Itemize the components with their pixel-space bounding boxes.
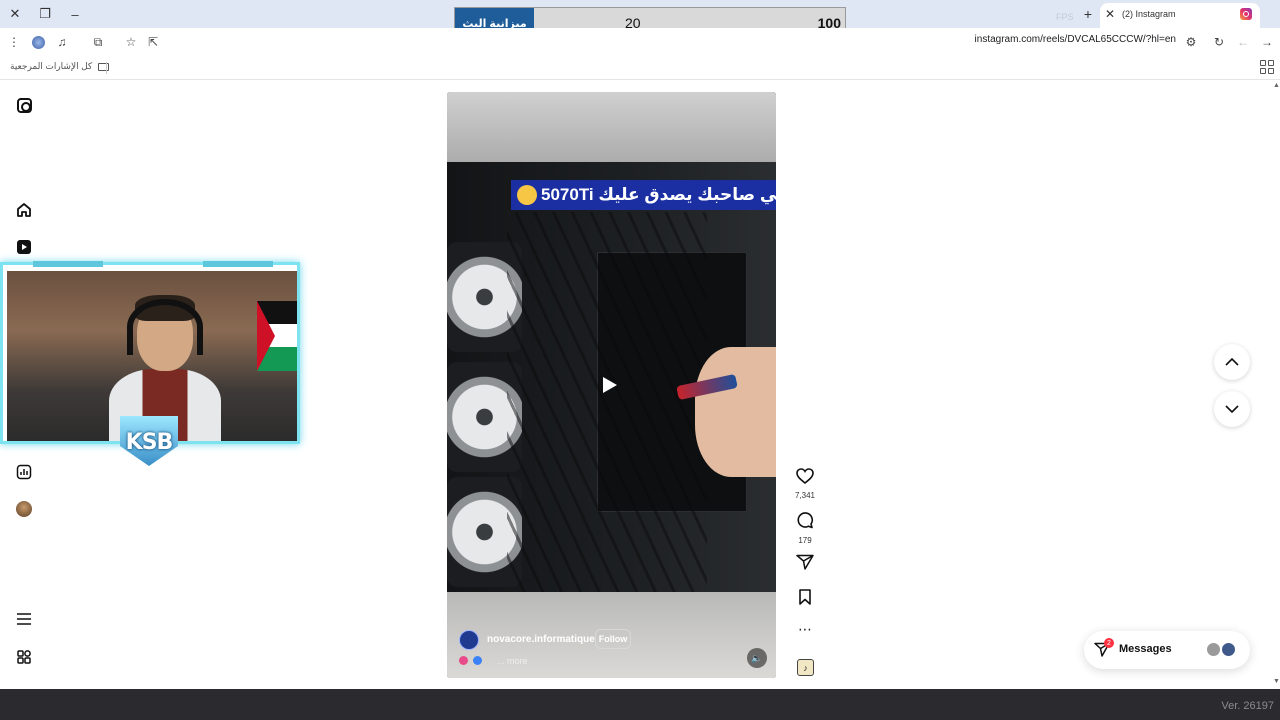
bottom-bar: Ver. 26197 <box>0 689 1280 720</box>
also-from-meta-icon[interactable] <box>14 647 34 667</box>
extensions-icon[interactable]: ⧉ <box>88 32 108 52</box>
ksb-logo: KSB <box>104 412 194 472</box>
home-icon[interactable] <box>14 200 34 220</box>
forward-icon[interactable]: ← <box>1233 32 1253 52</box>
hand <box>695 347 776 477</box>
profile-avatar[interactable] <box>14 499 34 519</box>
bookmarks-label: كل الإشارات المرجعية <box>10 61 93 71</box>
version-label: Ver. 26197 <box>1221 700 1274 712</box>
apps-grid-icon[interactable] <box>1260 60 1274 74</box>
more-options-icon[interactable]: ⋯ <box>792 622 818 636</box>
menu-kebab-icon[interactable]: ⋮ <box>4 32 24 52</box>
insights-icon[interactable] <box>14 462 34 482</box>
comment-icon[interactable] <box>796 511 814 529</box>
install-app-icon[interactable]: ⇱ <box>143 32 163 52</box>
profile-icon[interactable] <box>28 32 48 52</box>
folder-icon <box>98 62 110 71</box>
bookmark-icon[interactable] <box>798 589 812 605</box>
pensive-emoji-icon <box>517 185 537 205</box>
tab-close-icon[interactable]: ✕ <box>1105 7 1115 21</box>
scrollbar-down-icon[interactable]: ▼ <box>1273 678 1280 685</box>
author-name[interactable]: novacore.informatique <box>487 634 595 645</box>
close-window-icon[interactable]: ✕ <box>4 4 26 24</box>
flag-backdrop <box>257 301 297 371</box>
chevron-down-icon <box>1225 405 1239 413</box>
scrollbar-up-icon[interactable]: ▲ <box>1273 82 1280 89</box>
bookmarks-divider <box>106 62 107 74</box>
author-avatar[interactable] <box>459 630 479 650</box>
play-icon[interactable] <box>603 377 617 393</box>
instagram-favicon-icon <box>1240 8 1252 20</box>
heart-icon[interactable] <box>796 468 814 485</box>
bookmark-star-icon[interactable]: ☆ <box>121 32 141 52</box>
reel-background-wall <box>447 92 776 172</box>
messages-button[interactable]: 2 Messages <box>1084 631 1250 669</box>
restore-window-icon[interactable]: ❐ <box>34 4 56 24</box>
address-bar[interactable]: instagram.com/reels/DVCAL65CCCW/?hl=en <box>880 34 1176 45</box>
save-action[interactable] <box>792 589 818 610</box>
messages-label: Messages <box>1119 643 1172 655</box>
message-avatar <box>1206 642 1221 657</box>
heart-emoji-icon <box>473 656 482 665</box>
next-reel-button[interactable] <box>1214 391 1250 427</box>
message-avatar <box>1221 642 1236 657</box>
tab-title: (2) Instagram <box>1122 9 1176 19</box>
frame-accent <box>203 261 273 267</box>
media-controls-icon[interactable]: ♫ <box>52 32 72 52</box>
reel-caption: طاقي صاحبك يصدق عليك 5070Ti <box>511 180 776 210</box>
reel-video[interactable]: طاقي صاحبك يصدق عليك 5070Ti novacore.inf… <box>447 92 776 678</box>
caption-text: طاقي صاحبك يصدق عليك 5070Ti <box>541 185 776 204</box>
browser-toolbar: ⋮ ♫ ⧉ ☆ ⇱ instagram.com/reels/DVCAL65CCC… <box>0 28 1280 56</box>
reload-icon[interactable]: ↻ <box>1209 32 1229 52</box>
frame-accent <box>33 261 103 267</box>
reels-icon[interactable] <box>14 237 34 257</box>
bookmarks-bar: كل الإشارات المرجعية <box>0 56 1280 80</box>
new-tab-button[interactable]: + <box>1078 4 1098 24</box>
fps-ghost-text: FPS <box>1056 12 1074 22</box>
back-icon[interactable]: → <box>1257 32 1277 52</box>
cables <box>507 212 707 632</box>
instagram-logo-icon[interactable] <box>14 95 34 115</box>
audio-thumbnail-icon[interactable]: ♪ <box>797 659 814 676</box>
more-menu-icon[interactable] <box>14 609 34 629</box>
previous-reel-button[interactable] <box>1214 344 1250 380</box>
comment-count: 179 <box>798 536 812 545</box>
messages-unread-badge: 2 <box>1104 638 1114 648</box>
screen: ✕ ❐ – FPS + ✕ (2) Instagram ميزانية البث… <box>0 0 1280 720</box>
follow-button[interactable]: Follow <box>595 629 631 649</box>
minimize-window-icon[interactable]: – <box>64 4 86 24</box>
ksb-logo-text: KSB <box>125 429 174 455</box>
like-action[interactable]: 7,341 <box>792 468 818 500</box>
share-action[interactable] <box>792 554 818 575</box>
webcam-overlay: KSB <box>0 261 302 466</box>
like-count: 7,341 <box>794 491 816 500</box>
share-icon[interactable] <box>796 554 814 570</box>
site-settings-icon[interactable]: ⚙ <box>1181 32 1201 52</box>
more-link[interactable]: ... more <box>497 656 528 666</box>
headset <box>127 299 203 355</box>
comment-action[interactable]: 179 <box>792 511 818 545</box>
all-bookmarks[interactable]: كل الإشارات المرجعية <box>10 61 110 72</box>
chevron-up-icon <box>1225 358 1239 366</box>
tab-instagram[interactable]: ✕ (2) Instagram <box>1100 3 1260 28</box>
mute-icon[interactable]: 🔈 <box>747 648 767 668</box>
caption-emoji-icon <box>459 656 468 665</box>
reel-footer: novacore.informatique Follow ... more <box>457 628 747 672</box>
